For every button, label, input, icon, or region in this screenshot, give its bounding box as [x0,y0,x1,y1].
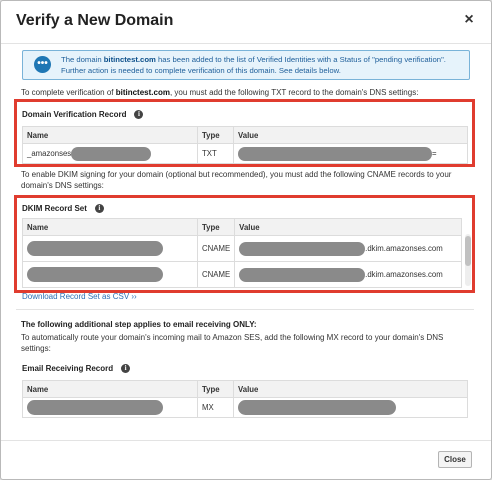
chat-bubble-icon: ••• [34,56,51,73]
redacted-value [238,146,432,161]
redacted-name [27,400,163,415]
column-value: Value [234,218,462,236]
txt-intro-text: To complete verification of bitinctest.c… [21,87,418,98]
receiving-intro-text: To automatically route your domain's inc… [21,333,444,353]
notice-text: The domain bitinctest.com has been added… [61,54,461,76]
column-type: Type [197,126,234,144]
info-icon[interactable]: i [134,110,144,119]
record-type-cell: CNAME [196,261,236,288]
table-header-row: Name Type Value [22,218,462,236]
domain-verification-table: Name Type Value _amazonses TXT = [22,126,468,164]
txt-intro-domain: bitinctest.com [115,88,170,97]
dialog-header: Verify a New Domain × [1,1,491,44]
txt-intro-end: , you must add the following TXT record … [169,88,419,97]
redacted-name [27,241,163,256]
close-button[interactable]: Close [438,451,472,468]
record-value-cell[interactable] [233,397,468,418]
email-receiving-title: Email Receiving Record i [22,364,131,373]
record-name-cell[interactable]: _amazonses [22,143,198,164]
record-type-cell: TXT [197,143,234,164]
scrollbar-thumb[interactable] [465,236,471,266]
divider [16,309,474,310]
dkim-intro-text: To enable DKIM signing for your domain (… [21,170,452,190]
domain-verification-title-text: Domain Verification Record [22,110,127,119]
footer-divider [1,440,491,441]
record-value-cell[interactable]: .dkim.amazonses.com [234,235,462,262]
redacted-name [71,146,152,161]
column-name: Name [22,380,198,398]
table-header-row: Name Type Value [22,380,468,398]
record-value-suffix: .dkim.amazonses.com [365,269,443,279]
column-value: Value [233,126,468,144]
receiving-heading: The following additional step applies to… [21,320,257,329]
record-type-cell: CNAME [196,235,236,262]
record-value-suffix: = [432,148,437,158]
dkim-table: Name Type Value CNAME .dkim.amazonses.co… [22,218,462,288]
dkim-title-text: DKIM Record Set [22,204,87,213]
record-name-cell[interactable] [22,261,198,288]
table-row: CNAME .dkim.amazonses.com [22,261,462,288]
download-csv-link[interactable]: Download Record Set as CSV ›› [22,292,137,301]
notice-text-start: The domain [61,55,104,64]
table-header-row: Name Type Value [22,126,468,144]
notice-domain: bitinctest.com [103,55,156,64]
email-receiving-title-text: Email Receiving Record [22,364,114,373]
redacted-value [239,267,366,282]
column-value: Value [233,380,468,398]
domain-verification-title: Domain Verification Record i [22,110,144,119]
redacted-value [239,241,366,256]
column-name: Name [22,218,198,236]
record-value-cell[interactable]: = [233,143,468,164]
record-value-cell[interactable]: .dkim.amazonses.com [234,261,462,288]
table-row: CNAME .dkim.amazonses.com [22,235,462,262]
dkim-scrollbar[interactable] [465,234,471,286]
verify-domain-dialog: Verify a New Domain × ••• The domain bit… [0,0,492,480]
record-name-cell[interactable] [22,235,198,262]
close-icon[interactable]: × [461,11,477,31]
column-name: Name [22,126,198,144]
table-row: MX [22,397,468,418]
info-notice: ••• The domain bitinctest.com has been a… [22,50,470,80]
record-name-prefix: _amazonses [27,148,72,158]
email-receiving-table: Name Type Value MX [22,380,468,418]
column-type: Type [196,218,236,236]
column-type: Type [197,380,234,398]
record-type-cell: MX [197,397,234,418]
txt-intro-start: To complete verification of [21,88,116,97]
dkim-section: DKIM Record Set i Name Type Value CNAME .… [14,195,475,293]
info-icon[interactable]: i [94,204,104,213]
info-icon[interactable]: i [121,364,131,373]
dialog-title: Verify a New Domain [16,12,174,29]
record-value-suffix: .dkim.amazonses.com [365,243,443,253]
domain-verification-section: Domain Verification Record i Name Type Va… [14,99,475,167]
dkim-title: DKIM Record Set i [22,204,104,213]
redacted-value [238,400,396,415]
redacted-name [27,267,163,282]
record-name-cell[interactable] [22,397,198,418]
table-row: _amazonses TXT = [22,143,468,164]
